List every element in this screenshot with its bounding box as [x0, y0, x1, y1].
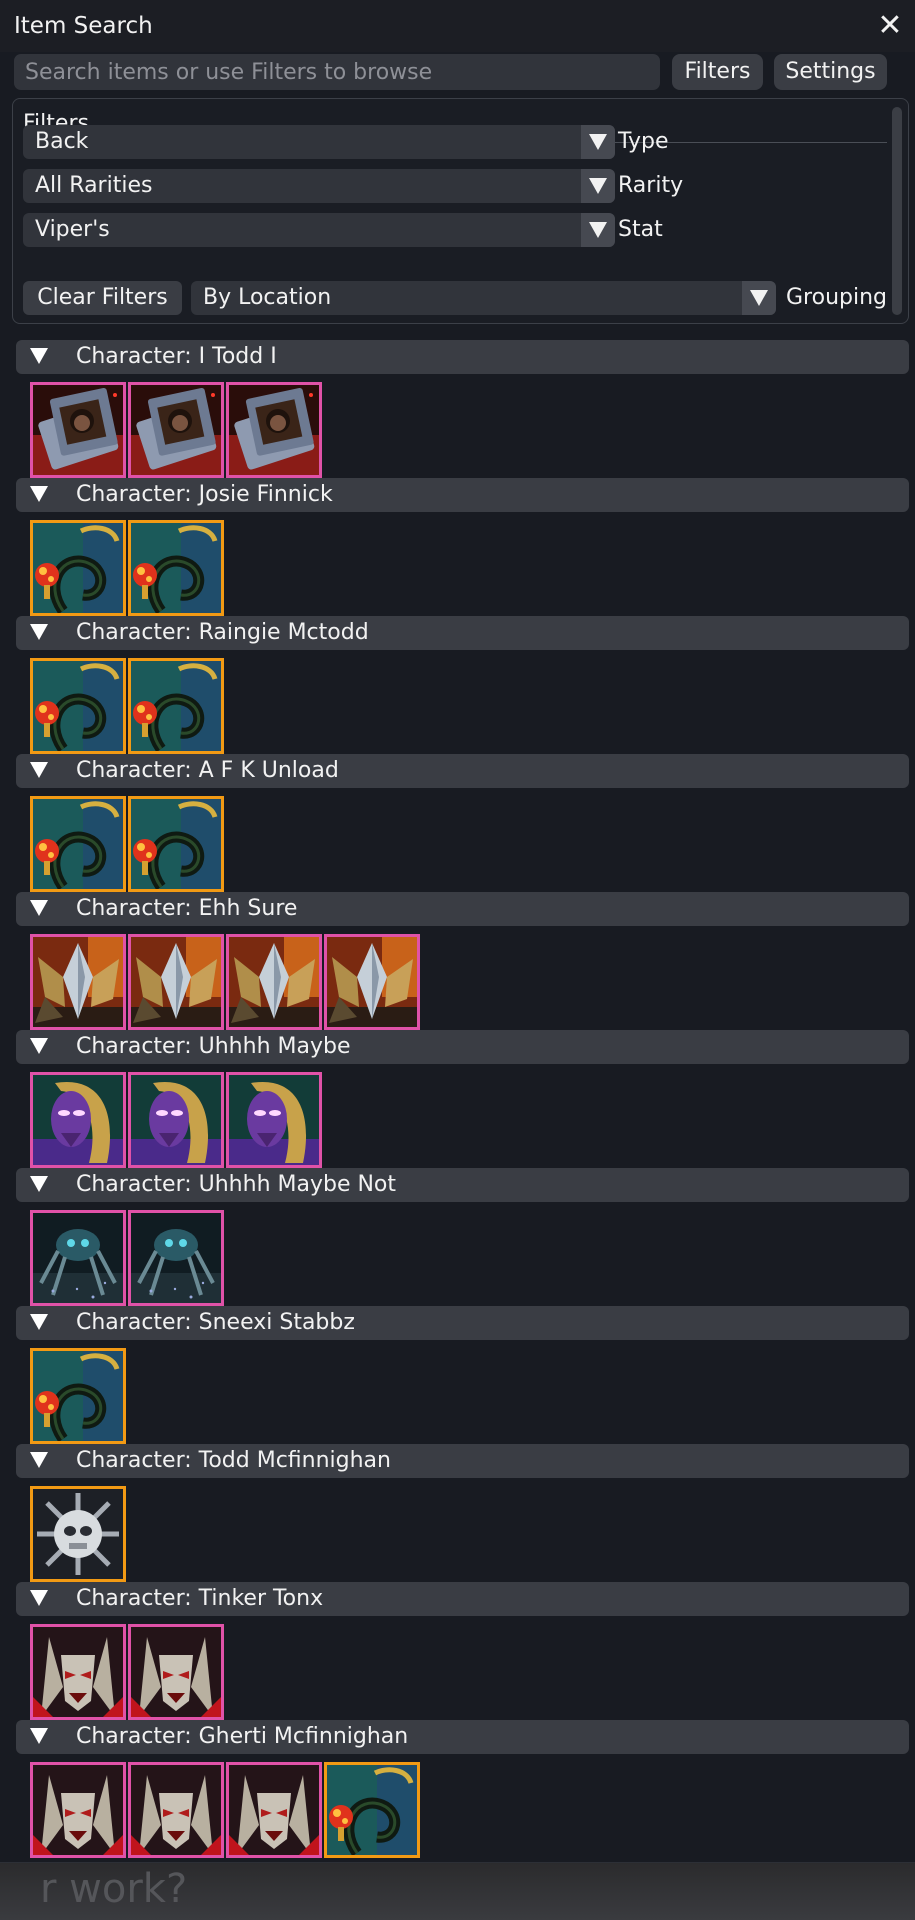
filters-scrollbar[interactable]: [892, 107, 902, 315]
filters-panel: Filters Back Type All Rarities Rarity Vi…: [12, 98, 909, 324]
close-icon[interactable]: ✕: [873, 6, 907, 46]
group-header-label: Character: Uhhhh Maybe Not: [76, 1172, 397, 1197]
serpent-lantern-backpack-icon[interactable]: [128, 520, 224, 616]
group-header[interactable]: Character: Gherti Mcfinnighan: [16, 1720, 909, 1754]
group-header[interactable]: Character: Josie Finnick: [16, 478, 909, 512]
character-group: Character: Tinker Tonx: [0, 1580, 915, 1720]
collapse-arrow-icon[interactable]: [30, 762, 48, 778]
type-dropdown[interactable]: Back: [23, 125, 615, 159]
serpent-lantern-backpack-icon[interactable]: [128, 796, 224, 892]
sun-skull-backpack-icon[interactable]: [30, 1486, 126, 1582]
red-demon-backpack-icon[interactable]: [30, 1624, 126, 1720]
background-chat-text: r work?: [40, 1866, 188, 1912]
group-header-label: Character: Raingie Mctodd: [76, 620, 369, 645]
group-header-label: Character: Gherti Mcfinnighan: [76, 1724, 409, 1749]
group-header-label: Character: Uhhhh Maybe: [76, 1034, 351, 1059]
group-header[interactable]: Character: Todd Mcfinnighan: [16, 1444, 909, 1478]
purple-mask-backpack-icon[interactable]: [128, 1072, 224, 1168]
serpent-lantern-backpack-icon[interactable]: [30, 1348, 126, 1444]
grouping-label: Grouping: [786, 285, 887, 310]
character-group: Character: Uhhhh Maybe Not: [0, 1166, 915, 1306]
character-group: Character: Gherti Mcfinnighan: [0, 1718, 915, 1858]
dropdown-arrow-icon[interactable]: [742, 281, 776, 315]
rarity-dropdown-value: All Rarities: [35, 173, 153, 198]
group-header-label: Character: Josie Finnick: [76, 482, 333, 507]
group-header-label: Character: Sneexi Stabbz: [76, 1310, 355, 1335]
collapse-arrow-icon[interactable]: [30, 1728, 48, 1744]
dropdown-arrow-icon[interactable]: [581, 169, 615, 203]
clear-filters-button[interactable]: Clear Filters: [23, 281, 182, 315]
grouping-dropdown-value: By Location: [203, 285, 332, 310]
collapse-arrow-icon[interactable]: [30, 486, 48, 502]
window-title: Item Search: [14, 13, 153, 39]
filters-button[interactable]: Filters: [672, 54, 763, 90]
group-header[interactable]: Character: Raingie Mctodd: [16, 616, 909, 650]
group-header-label: Character: Tinker Tonx: [76, 1586, 324, 1611]
type-label: Type: [618, 129, 669, 154]
serpent-lantern-backpack-icon[interactable]: [30, 796, 126, 892]
group-header-label: Character: A F K Unload: [76, 758, 339, 783]
mechanical-spider-backpack-icon[interactable]: [30, 1210, 126, 1306]
group-header[interactable]: Character: I Todd I: [16, 340, 909, 374]
rarity-label: Rarity: [618, 173, 684, 198]
golden-wings-backpack-icon[interactable]: [128, 934, 224, 1030]
purple-mask-backpack-icon[interactable]: [30, 1072, 126, 1168]
grouping-dropdown[interactable]: By Location: [191, 281, 776, 315]
collapse-arrow-icon[interactable]: [30, 1452, 48, 1468]
tome-backpack-icon[interactable]: [128, 382, 224, 478]
group-header[interactable]: Character: Uhhhh Maybe: [16, 1030, 909, 1064]
character-group: Character: Uhhhh Maybe: [0, 1028, 915, 1168]
stat-label: Stat: [618, 217, 663, 242]
type-dropdown-value: Back: [35, 129, 89, 154]
red-demon-backpack-icon[interactable]: [30, 1762, 126, 1858]
tome-backpack-icon[interactable]: [226, 382, 322, 478]
golden-wings-backpack-icon[interactable]: [226, 934, 322, 1030]
group-header-label: Character: Todd Mcfinnighan: [76, 1448, 391, 1473]
serpent-lantern-backpack-icon[interactable]: [128, 658, 224, 754]
results-list: Character: I Todd I Character: Josie Fin…: [0, 338, 915, 1858]
stat-dropdown[interactable]: Viper's: [23, 213, 615, 247]
mechanical-spider-backpack-icon[interactable]: [128, 1210, 224, 1306]
search-input[interactable]: [14, 54, 660, 90]
character-group: Character: A F K Unload: [0, 752, 915, 892]
title-bar[interactable]: Item Search ✕: [0, 0, 915, 52]
stat-dropdown-value: Viper's: [35, 217, 110, 242]
tome-backpack-icon[interactable]: [30, 382, 126, 478]
group-header[interactable]: Character: Uhhhh Maybe Not: [16, 1168, 909, 1202]
character-group: Character: Ehh Sure: [0, 890, 915, 1030]
purple-mask-backpack-icon[interactable]: [226, 1072, 322, 1168]
golden-wings-backpack-icon[interactable]: [324, 934, 420, 1030]
red-demon-backpack-icon[interactable]: [128, 1624, 224, 1720]
serpent-lantern-backpack-icon[interactable]: [324, 1762, 420, 1858]
character-group: Character: Todd Mcfinnighan: [0, 1442, 915, 1582]
rarity-dropdown[interactable]: All Rarities: [23, 169, 615, 203]
collapse-arrow-icon[interactable]: [30, 1038, 48, 1054]
group-header-label: Character: Ehh Sure: [76, 896, 298, 921]
character-group: Character: I Todd I: [0, 338, 915, 478]
red-demon-backpack-icon[interactable]: [128, 1762, 224, 1858]
collapse-arrow-icon[interactable]: [30, 1590, 48, 1606]
collapse-arrow-icon[interactable]: [30, 348, 48, 364]
group-header[interactable]: Character: A F K Unload: [16, 754, 909, 788]
golden-wings-backpack-icon[interactable]: [30, 934, 126, 1030]
character-group: Character: Raingie Mctodd: [0, 614, 915, 754]
collapse-arrow-icon[interactable]: [30, 1176, 48, 1192]
serpent-lantern-backpack-icon[interactable]: [30, 658, 126, 754]
group-header[interactable]: Character: Tinker Tonx: [16, 1582, 909, 1616]
dropdown-arrow-icon[interactable]: [581, 213, 615, 247]
character-group: Character: Josie Finnick: [0, 476, 915, 616]
settings-button[interactable]: Settings: [774, 54, 887, 90]
item-search-window: Item Search ✕ Filters Settings Filters B…: [0, 0, 915, 1863]
serpent-lantern-backpack-icon[interactable]: [30, 520, 126, 616]
collapse-arrow-icon[interactable]: [30, 1314, 48, 1330]
character-group: Character: Sneexi Stabbz: [0, 1304, 915, 1444]
collapse-arrow-icon[interactable]: [30, 900, 48, 916]
dropdown-arrow-icon[interactable]: [581, 125, 615, 159]
collapse-arrow-icon[interactable]: [30, 624, 48, 640]
red-demon-backpack-icon[interactable]: [226, 1762, 322, 1858]
group-header[interactable]: Character: Ehh Sure: [16, 892, 909, 926]
group-header[interactable]: Character: Sneexi Stabbz: [16, 1306, 909, 1340]
group-header-label: Character: I Todd I: [76, 344, 277, 369]
